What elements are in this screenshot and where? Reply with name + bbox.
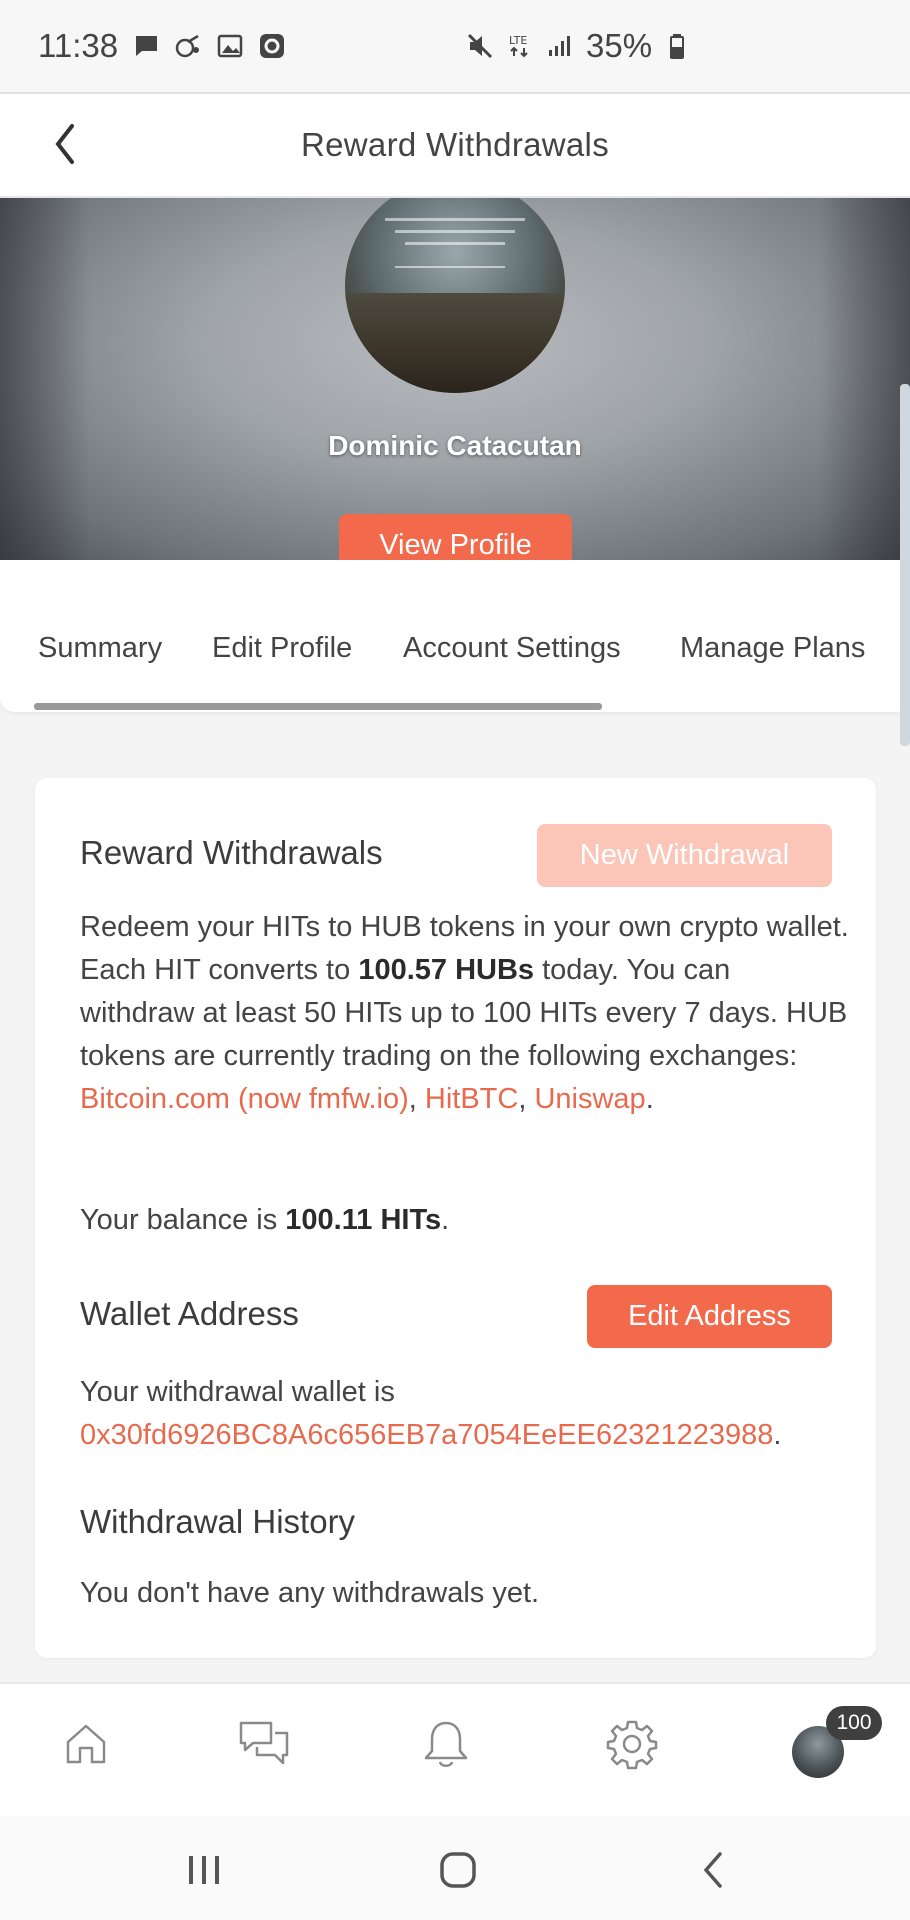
- nav-messages[interactable]: [234, 1714, 294, 1774]
- profile-avatar: [345, 198, 565, 393]
- tab-manage-plans[interactable]: Manage Plans: [680, 632, 865, 665]
- nav-settings[interactable]: [602, 1714, 662, 1774]
- home-button[interactable]: [428, 1842, 488, 1898]
- mute-icon: [467, 33, 493, 59]
- exchange-link-hitbtc[interactable]: HitBTC: [425, 1083, 518, 1115]
- chevron-left-icon: [703, 1852, 722, 1888]
- bottom-nav: 100: [0, 1682, 910, 1816]
- system-back-button[interactable]: [682, 1842, 742, 1898]
- chevron-left-icon: [55, 124, 74, 164]
- recent-apps-icon: [189, 1856, 219, 1884]
- system-nav-bar: [0, 1816, 910, 1920]
- message-notification-icon: [135, 36, 158, 56]
- tab-account-settings[interactable]: Account Settings: [403, 632, 621, 665]
- sync-notification-icon: [260, 34, 285, 58]
- nav-home[interactable]: [56, 1714, 116, 1774]
- exchange-link-bitcoin-com[interactable]: Bitcoin.com (now fmfw.io): [80, 1083, 409, 1115]
- page-title: Reward Withdrawals: [301, 126, 609, 163]
- withdrawal-history-title: Withdrawal History: [80, 1503, 356, 1540]
- notification-badge: 100: [826, 1706, 882, 1740]
- balance-value: 100.11 HITs: [285, 1204, 442, 1236]
- reward-withdrawals-card: Reward Withdrawals New Withdrawal Redeem…: [35, 778, 876, 1658]
- conversion-rate: 100.57 HUBs: [358, 954, 535, 986]
- gallery-notification-icon: [217, 34, 243, 58]
- balance-text: Your balance is 100.11 HITs.: [80, 1204, 450, 1236]
- wallet-text: Your withdrawal wallet is 0x30fd6926BC8A6…: [80, 1376, 782, 1451]
- status-bar: 11:38 LTE 35%: [0, 0, 910, 92]
- withdrawal-history-empty: You don't have any withdrawals yet.: [80, 1577, 540, 1609]
- profile-name: Dominic Catacutan: [328, 430, 582, 461]
- new-withdrawal-button[interactable]: New Withdrawal: [537, 824, 832, 887]
- home-icon: [66, 1724, 106, 1764]
- battery-icon: [670, 34, 685, 59]
- lte-icon: LTE: [509, 34, 528, 58]
- app-header: Reward Withdrawals: [0, 92, 910, 198]
- recent-apps-button[interactable]: [174, 1842, 234, 1898]
- status-time: 11:38: [38, 27, 119, 64]
- tab-edit-profile[interactable]: Edit Profile: [212, 632, 352, 665]
- home-circle-icon: [440, 1852, 476, 1888]
- card-title: Reward Withdrawals: [80, 834, 383, 871]
- edit-address-button[interactable]: Edit Address: [587, 1285, 832, 1348]
- svg-text:LTE: LTE: [509, 34, 527, 47]
- wallet-address-title: Wallet Address: [80, 1295, 299, 1332]
- signal-icon: [549, 36, 570, 56]
- tab-scroll-indicator: [34, 703, 602, 710]
- profile-cover: Dominic Catacutan View Profile: [0, 198, 910, 560]
- back-button[interactable]: [44, 114, 84, 174]
- battery-percent: 35%: [586, 27, 653, 64]
- wallet-address-link[interactable]: 0x30fd6926BC8A6c656EB7a7054EeEE623212239…: [80, 1419, 773, 1451]
- gear-icon: [606, 1720, 658, 1770]
- bell-icon: [424, 1721, 468, 1767]
- nav-notifications[interactable]: [416, 1714, 476, 1774]
- exchange-link-uniswap[interactable]: Uniswap: [534, 1083, 645, 1115]
- app-notification-icon: [175, 34, 200, 58]
- page-scrollbar[interactable]: [900, 384, 910, 746]
- view-profile-button[interactable]: View Profile: [339, 514, 572, 560]
- chat-icon: [239, 1721, 289, 1765]
- profile-tabs: Summary Edit Profile Account Settings Ma…: [0, 560, 910, 712]
- tab-summary[interactable]: Summary: [38, 632, 162, 665]
- withdrawal-intro: Redeem your HITs to HUB tokens in your o…: [80, 911, 849, 1115]
